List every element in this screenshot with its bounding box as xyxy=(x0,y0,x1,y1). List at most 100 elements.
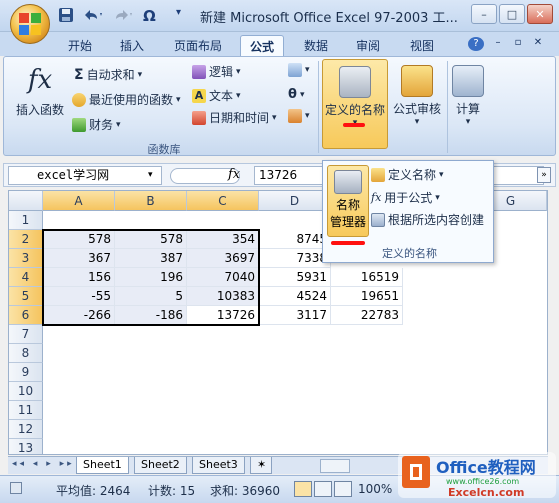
sheet-tab-1[interactable]: Sheet1 xyxy=(76,457,129,474)
maximize-button[interactable]: □ xyxy=(499,4,525,24)
cell-c3[interactable]: 3697 xyxy=(187,249,259,268)
tab-data[interactable]: 数据 xyxy=(298,35,334,56)
text-button[interactable]: A 文本 ▾ xyxy=(192,87,241,104)
row-header[interactable]: 2 xyxy=(9,230,43,249)
tab-review[interactable]: 审阅 xyxy=(350,35,386,56)
row-header[interactable]: 13 xyxy=(9,439,43,454)
datetime-label: 日期和时间 xyxy=(209,111,270,125)
cell-a5[interactable]: -55 xyxy=(43,287,115,306)
tab-insert[interactable]: 插入 xyxy=(114,35,150,56)
finance-button[interactable]: 财务 ▾ xyxy=(72,116,121,133)
calculate-button[interactable]: 计算 ▾ xyxy=(450,59,486,127)
status-sum: 求和: 36960 xyxy=(210,484,281,498)
cell-b4[interactable]: 196 xyxy=(115,268,187,287)
calculate-label: 计算 xyxy=(455,102,480,116)
ribbon-close-icon[interactable]: ✕ xyxy=(532,35,544,56)
ribbon-minimize-icon[interactable]: – xyxy=(492,35,504,56)
logic-button[interactable]: 逻辑 ▾ xyxy=(192,63,241,80)
horizontal-scrollbar[interactable] xyxy=(320,459,350,473)
grid-icon xyxy=(371,212,385,227)
tab-home[interactable]: 开始 xyxy=(62,35,98,56)
cell-d5[interactable]: 4524 xyxy=(259,287,331,306)
cell-a6[interactable]: -266 xyxy=(43,306,115,325)
define-name-item[interactable]: 定义名称 ▾ xyxy=(371,166,444,183)
tab-page-layout[interactable]: 页面布局 xyxy=(168,35,228,56)
create-from-selection-item[interactable]: 根据所选内容创建 xyxy=(371,211,484,228)
column-header-b[interactable]: B xyxy=(115,191,187,211)
help-icon[interactable]: ? xyxy=(468,37,484,51)
cell-c2[interactable]: 354 xyxy=(187,230,259,249)
expand-formula-icon[interactable]: » xyxy=(537,167,551,183)
undo-icon[interactable] xyxy=(82,7,104,25)
office-button[interactable] xyxy=(10,4,50,44)
text-label: 文本 xyxy=(209,89,234,103)
cell-c5[interactable]: 10383 xyxy=(187,287,259,306)
normal-view-icon[interactable] xyxy=(294,481,312,497)
name-box[interactable]: excel学习网 xyxy=(8,166,162,185)
defined-names-button[interactable]: 定义的名称 ▾ xyxy=(322,59,388,149)
math-button[interactable]: θ ▾ xyxy=(288,87,304,102)
redo-icon[interactable] xyxy=(112,7,134,25)
omega-icon[interactable]: Ω xyxy=(143,7,156,25)
cell-a2[interactable]: 578 xyxy=(43,230,115,249)
column-header-a[interactable]: A xyxy=(43,191,115,211)
chevron-down-icon[interactable]: ▾ xyxy=(176,7,181,25)
minimize-button[interactable]: – xyxy=(471,4,497,24)
row-header[interactable]: 4 xyxy=(9,268,43,287)
sheet-nav-icon[interactable]: ◂◂ ◂ ▸ ▸▸ xyxy=(12,459,75,469)
row-header[interactable]: 8 xyxy=(9,344,43,363)
row-header[interactable]: 10 xyxy=(9,382,43,401)
cell-c4[interactable]: 7040 xyxy=(187,268,259,287)
chevron-down-icon: ▾ xyxy=(305,65,310,75)
annotation-underline xyxy=(343,123,365,127)
row-header[interactable]: 9 xyxy=(9,363,43,382)
cell-d2[interactable]: 8745 xyxy=(259,230,331,249)
row-header[interactable]: 7 xyxy=(9,325,43,344)
insert-function-button[interactable]: fx 插入函数 xyxy=(10,65,70,118)
chevron-down-icon[interactable]: ▾ xyxy=(148,170,153,180)
select-all-corner[interactable] xyxy=(9,191,43,211)
cell-b5[interactable]: 5 xyxy=(115,287,187,306)
column-header-c[interactable]: C xyxy=(187,191,259,211)
tab-view[interactable]: 视图 xyxy=(404,35,440,56)
row-header[interactable]: 1 xyxy=(9,211,43,230)
ribbon-restore-icon[interactable]: ▫ xyxy=(512,35,524,56)
cell-e4[interactable]: 16519 xyxy=(331,268,403,287)
cell-b2[interactable]: 578 xyxy=(115,230,187,249)
row-header[interactable]: 3 xyxy=(9,249,43,268)
sheet-tab-2[interactable]: Sheet2 xyxy=(134,457,187,474)
autosum-button[interactable]: Σ 自动求和 ▾ xyxy=(74,66,142,83)
row-header[interactable]: 12 xyxy=(9,420,43,439)
page-break-view-icon[interactable] xyxy=(334,481,352,497)
cell-d4[interactable]: 5931 xyxy=(259,268,331,287)
cell-c6-active[interactable]: 13726 xyxy=(187,306,259,325)
datetime-button[interactable]: 日期和时间 ▾ xyxy=(192,109,277,126)
cell-a4[interactable]: 156 xyxy=(43,268,115,287)
new-sheet-icon[interactable]: ✶ xyxy=(250,457,272,474)
lookup-button[interactable]: ▾ xyxy=(288,63,310,77)
sheet-tab-3[interactable]: Sheet3 xyxy=(192,457,245,474)
cell-d6[interactable]: 3117 xyxy=(259,306,331,325)
fx-icon[interactable]: fx xyxy=(228,167,240,182)
cell-e6[interactable]: 22783 xyxy=(331,306,403,325)
row-header[interactable]: 5 xyxy=(9,287,43,306)
page-layout-view-icon[interactable] xyxy=(314,481,332,497)
cell-a3[interactable]: 367 xyxy=(43,249,115,268)
formula-audit-button[interactable]: 公式审核 ▾ xyxy=(391,59,443,127)
row-header[interactable]: 11 xyxy=(9,401,43,420)
zoom-level[interactable]: 100% xyxy=(358,482,392,496)
row-header[interactable]: 6 xyxy=(9,306,43,325)
cell-e5[interactable]: 19651 xyxy=(331,287,403,306)
save-icon[interactable] xyxy=(58,7,74,25)
cell-b3[interactable]: 387 xyxy=(115,249,187,268)
column-header-d[interactable]: D xyxy=(259,191,331,211)
more-functions-button[interactable]: ▾ xyxy=(288,109,310,123)
macro-record-icon[interactable] xyxy=(10,482,22,494)
close-button[interactable]: ✕ xyxy=(527,4,553,24)
tab-formulas[interactable]: 公式 xyxy=(240,35,284,56)
cell-d3[interactable]: 7338 xyxy=(259,249,331,268)
name-manager-button[interactable]: 名称 管理器 xyxy=(327,165,369,237)
recent-functions-button[interactable]: 最近使用的函数 ▾ xyxy=(72,91,181,108)
use-in-formula-item[interactable]: fx 用于公式 ▾ xyxy=(371,189,440,206)
cell-b6[interactable]: -186 xyxy=(115,306,187,325)
